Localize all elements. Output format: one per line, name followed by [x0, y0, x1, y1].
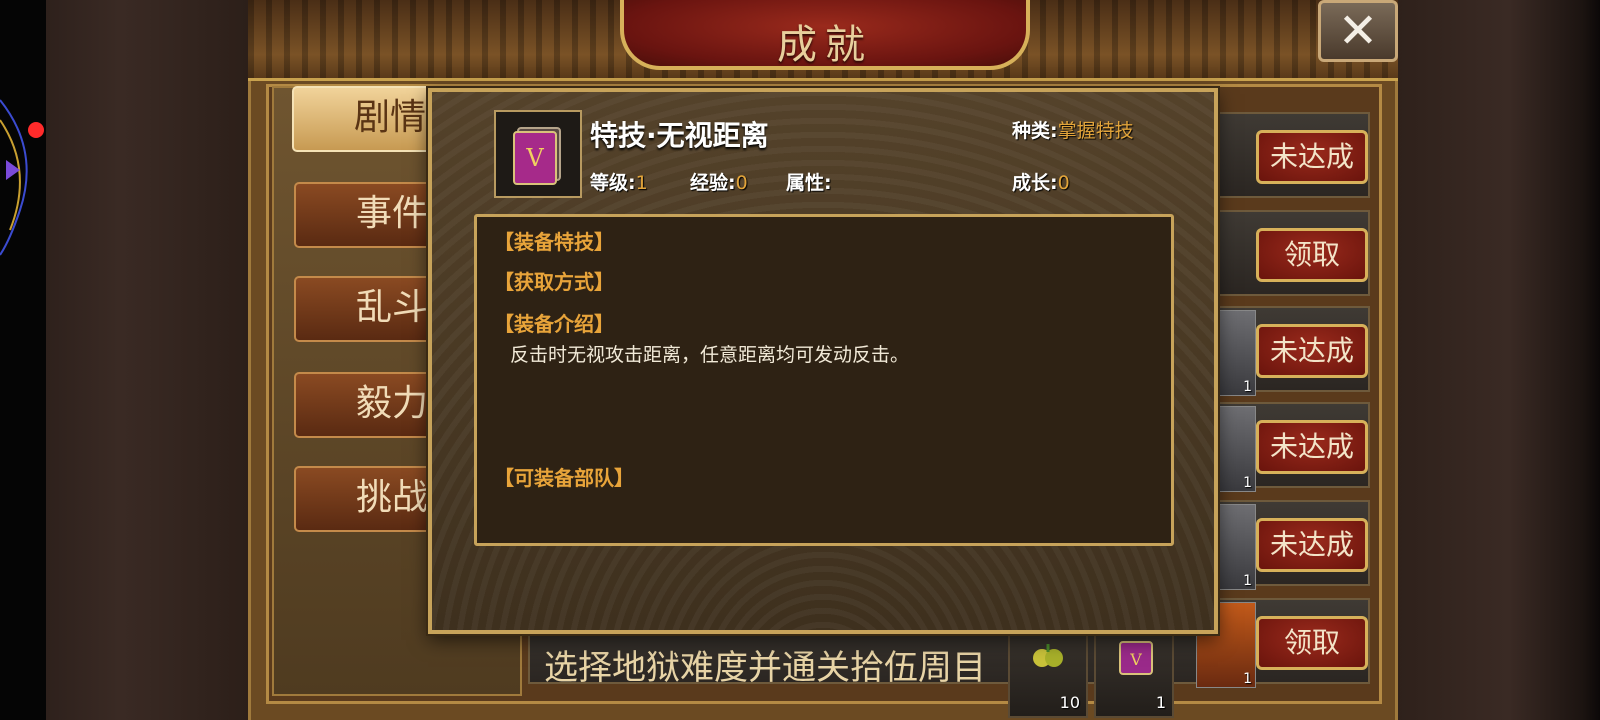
intro-text: 反击时无视攻击距离，任意距离均可发动反击。 [510, 344, 910, 366]
skill-book-icon: V [1119, 641, 1153, 675]
reward-slot: V 1 [1094, 628, 1174, 718]
status-button[interactable]: 未达成 [1256, 420, 1368, 474]
reward-qty: 1 [1243, 671, 1252, 687]
svg-text:V: V [525, 144, 544, 172]
section-equip-skill: 【装备特技】 [494, 230, 614, 254]
description-box [474, 214, 1174, 546]
right-backdrop [1372, 0, 1600, 720]
window-title: 成就 [777, 22, 873, 68]
stat-level: 等级:1 [590, 172, 648, 194]
section-intro: 【装备介绍】 [494, 312, 614, 336]
tab-brawl[interactable]: 乱斗 [294, 276, 444, 342]
tab-perseverance[interactable]: 毅力 [294, 372, 444, 438]
stat-growth: 成长:0 [1012, 172, 1070, 194]
close-button[interactable]: ✕ [1318, 0, 1398, 62]
section-obtain: 【获取方式】 [494, 270, 614, 294]
section-units: 【可装备部队】 [494, 466, 634, 490]
claim-button[interactable]: 领取 [1256, 228, 1368, 282]
item-icon-frame: V [494, 110, 582, 198]
tab-event[interactable]: 事件 [294, 182, 444, 248]
reward-qty: 1 [1243, 379, 1252, 395]
svg-text:V: V [1129, 650, 1142, 669]
reward-qty: 1 [1243, 475, 1252, 491]
claim-button[interactable]: 领取 [1256, 616, 1368, 670]
tab-challenge[interactable]: 挑战 [294, 466, 444, 532]
reward-slot: 10 [1008, 628, 1088, 718]
status-button[interactable]: 未达成 [1256, 130, 1368, 184]
item-name: 特技·无视距离 [590, 119, 769, 152]
reward-qty: 1 [1243, 573, 1252, 589]
stat-exp: 经验:0 [690, 172, 748, 194]
stat-kind: 种类:掌握特技 [1012, 120, 1134, 142]
edge-swipe-widget[interactable] [0, 90, 46, 260]
skill-book-icon: V [513, 127, 561, 185]
stat-attribute: 属性: [786, 172, 832, 194]
tab-story[interactable]: 剧情 [292, 86, 442, 152]
red-dot-icon [28, 122, 44, 138]
fruit-icon [1033, 644, 1063, 667]
reward-qty: 10 [1059, 693, 1080, 712]
reward-qty: 1 [1155, 693, 1166, 712]
status-button[interactable]: 未达成 [1256, 518, 1368, 572]
status-button[interactable]: 未达成 [1256, 324, 1368, 378]
achievement-description: 选择地狱难度并通关拾伍周目 [544, 648, 986, 688]
